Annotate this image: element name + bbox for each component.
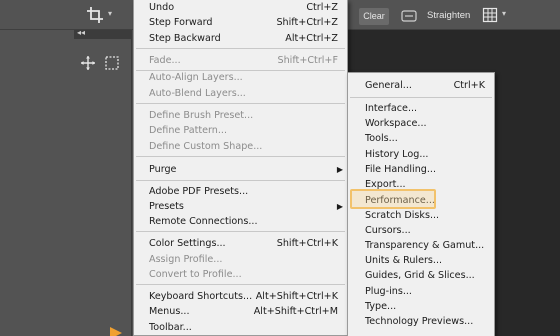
grid-icon[interactable] <box>482 7 498 23</box>
pref-item-cursors[interactable]: Cursors... <box>348 223 494 238</box>
menu-item-menus[interactable]: Menus... Alt+Shift+Ctrl+M <box>134 304 347 319</box>
straighten-label[interactable]: Straighten <box>427 10 470 21</box>
pref-item-technology-previews[interactable]: Technology Previews... <box>348 314 494 329</box>
pointer-arrow-icon <box>110 327 122 336</box>
menu-item-define-pattern[interactable]: Define Pattern... <box>134 123 347 138</box>
straighten-icon[interactable] <box>401 10 417 22</box>
edit-menu: Undo Ctrl+Z Step Forward Shift+Ctrl+Z St… <box>133 0 348 336</box>
pref-item-type[interactable]: Type... <box>348 299 494 314</box>
menu-separator <box>350 97 492 98</box>
menu-item-auto-blend-layers[interactable]: Auto-Blend Layers... <box>134 86 347 101</box>
performance-highlight-box <box>350 189 436 209</box>
menu-item-fade[interactable]: Fade... Shift+Ctrl+F <box>134 53 347 68</box>
submenu-arrow-icon: ▶ <box>336 202 343 211</box>
menu-separator <box>136 180 345 181</box>
menu-item-color-settings[interactable]: Color Settings... Shift+Ctrl+K <box>134 236 347 251</box>
menu-item-toolbar[interactable]: Toolbar... <box>134 320 347 335</box>
pref-item-tools[interactable]: Tools... <box>348 131 494 146</box>
menu-item-remote-connections[interactable]: Remote Connections... <box>134 214 347 229</box>
chevron-down-icon[interactable]: ▾ <box>108 9 112 18</box>
crop-icon[interactable] <box>86 6 104 24</box>
panel-collapse-bar[interactable]: ◂◂ <box>74 28 132 39</box>
clear-button[interactable]: Clear <box>359 8 389 25</box>
menu-separator <box>136 48 345 49</box>
pref-item-interface[interactable]: Interface... <box>348 101 494 116</box>
menu-separator <box>136 103 345 104</box>
submenu-arrow-icon: ▶ <box>336 165 343 174</box>
pref-item-plug-ins[interactable]: Plug-ins... <box>348 284 494 299</box>
menu-item-undo[interactable]: Undo Ctrl+Z <box>134 0 347 15</box>
pref-item-units-rulers[interactable]: Units & Rulers... <box>348 253 494 268</box>
menu-item-define-brush-preset[interactable]: Define Brush Preset... <box>134 108 347 123</box>
menu-separator <box>136 156 345 157</box>
menu-item-step-backward[interactable]: Step Backward Alt+Ctrl+Z <box>134 31 347 46</box>
pref-item-file-handling[interactable]: File Handling... <box>348 162 494 177</box>
tools-panel <box>74 30 132 336</box>
chevron-down-icon[interactable]: ▾ <box>502 9 506 18</box>
menu-item-auto-align-layers[interactable]: Auto-Align Layers... <box>134 70 347 85</box>
pref-item-history-log[interactable]: History Log... <box>348 147 494 162</box>
marquee-icon[interactable] <box>104 55 120 71</box>
collapse-icon[interactable]: ◂◂ <box>77 28 85 37</box>
pref-item-general[interactable]: General... Ctrl+K <box>348 78 494 93</box>
pref-item-scratch-disks[interactable]: Scratch Disks... <box>348 208 494 223</box>
move-icon[interactable] <box>80 55 96 71</box>
menu-item-step-forward[interactable]: Step Forward Shift+Ctrl+Z <box>134 15 347 30</box>
menu-item-adobe-pdf-presets[interactable]: Adobe PDF Presets... <box>134 184 347 199</box>
left-dock <box>0 30 74 336</box>
menu-separator <box>136 231 345 232</box>
menu-item-convert-to-profile[interactable]: Convert to Profile... <box>134 267 347 282</box>
pref-item-workspace[interactable]: Workspace... <box>348 116 494 131</box>
menu-item-define-custom-shape[interactable]: Define Custom Shape... <box>134 139 347 154</box>
pref-item-transparency-gamut[interactable]: Transparency & Gamut... <box>348 238 494 253</box>
menu-item-assign-profile[interactable]: Assign Profile... <box>134 252 347 267</box>
menu-separator <box>136 284 345 285</box>
menu-item-presets[interactable]: Presets ▶ <box>134 199 347 214</box>
menu-item-keyboard-shortcuts[interactable]: Keyboard Shortcuts... Alt+Shift+Ctrl+K <box>134 289 347 304</box>
pref-item-guides-grid-slices[interactable]: Guides, Grid & Slices... <box>348 268 494 283</box>
menu-item-purge[interactable]: Purge ▶ <box>134 162 347 177</box>
